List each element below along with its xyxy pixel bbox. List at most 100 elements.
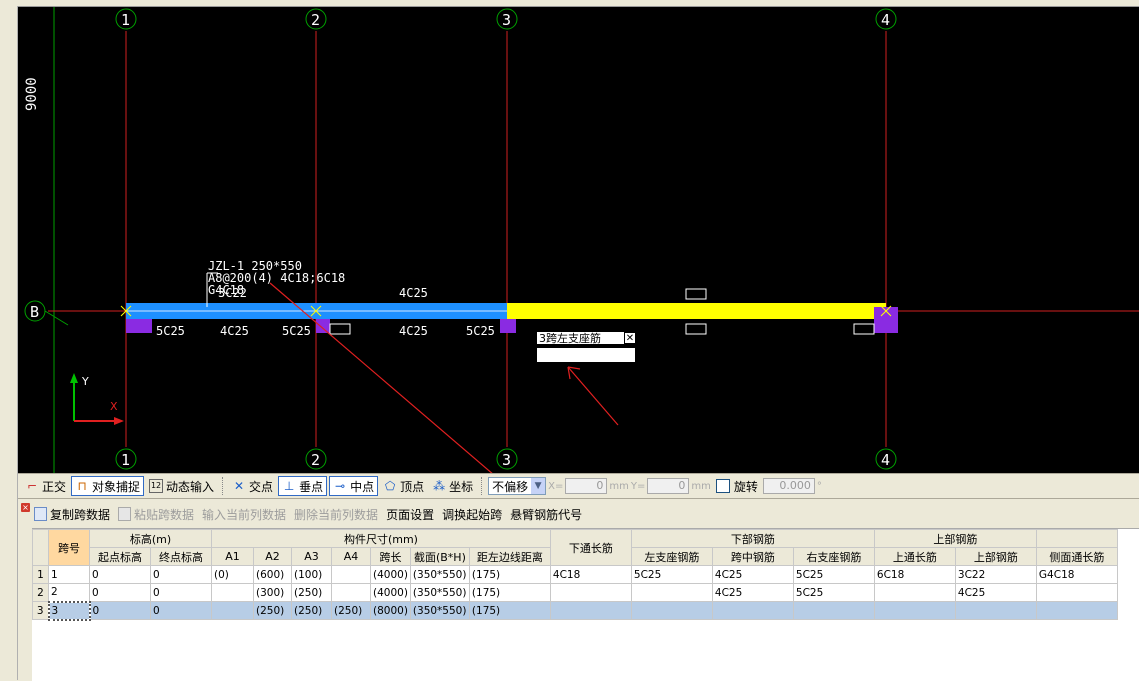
- rotate-angle-input[interactable]: 0.000: [762, 478, 815, 494]
- span-length-header[interactable]: 跨长: [370, 547, 411, 566]
- page-setup-button[interactable]: 页面设置: [386, 506, 434, 523]
- intersect-snap-button[interactable]: ✕ 交点: [229, 476, 276, 496]
- coordinate-snap-button[interactable]: ⁂ 坐标: [429, 476, 476, 496]
- a3-header[interactable]: A3: [291, 547, 332, 566]
- table-cell-rsup[interactable]: 5C25: [792, 565, 875, 584]
- table-cell-len[interactable]: (4000): [370, 583, 411, 602]
- table-cell-dist[interactable]: (175): [468, 565, 551, 584]
- table-cell-span[interactable]: 2: [48, 583, 90, 602]
- span-data-grid[interactable]: 跨号 标高(m) 构件尺寸(mm) 下通长筋 下部钢筋 上部钢筋 起点标高 终点…: [32, 528, 1139, 681]
- panel-close-icon[interactable]: ×: [21, 503, 30, 512]
- span-header[interactable]: 跨号: [48, 529, 90, 566]
- table-cell-top[interactable]: 3C22: [954, 565, 1037, 584]
- section-header[interactable]: 截面(B*H): [409, 547, 470, 566]
- midpoint-snap-button[interactable]: ⊸ 中点: [329, 476, 379, 496]
- table-cell-len[interactable]: (8000): [370, 601, 411, 620]
- copy-span-button[interactable]: 复制跨数据: [34, 506, 110, 523]
- table-cell-mid[interactable]: 4C25: [711, 583, 794, 602]
- table-cell-end[interactable]: 0: [150, 583, 212, 602]
- paste-span-button[interactable]: 粘贴跨数据: [118, 506, 194, 523]
- table-cell-start[interactable]: 0: [89, 601, 151, 620]
- cantilever-code-button[interactable]: 悬臂钢筋代号: [510, 506, 582, 523]
- table-cell-a2[interactable]: (300): [253, 583, 292, 602]
- table-cell-a2[interactable]: (600): [253, 565, 292, 584]
- table-cell-tthrough[interactable]: [873, 583, 956, 602]
- table-cell-dist[interactable]: (175): [468, 583, 551, 602]
- delete-column-button[interactable]: 删除当前列数据: [294, 506, 378, 523]
- ortho-button[interactable]: ⌐ 正交: [22, 476, 69, 496]
- a2-header[interactable]: A2: [253, 547, 292, 566]
- x-offset-input[interactable]: 0: [565, 478, 608, 494]
- inplace-edit-close-icon[interactable]: ✕: [624, 332, 636, 344]
- table-cell-side[interactable]: [1035, 583, 1118, 602]
- table-cell-a1[interactable]: (0): [211, 565, 254, 584]
- table-cell-span[interactable]: 1: [48, 565, 90, 584]
- start-elev-header[interactable]: 起点标高: [89, 547, 151, 566]
- table-cell-end[interactable]: 0: [150, 601, 212, 620]
- table-cell-mid[interactable]: [711, 601, 794, 620]
- top-through-header[interactable]: 上通长筋: [873, 547, 956, 566]
- object-snap-button[interactable]: ⊓ 对象捕捉: [71, 476, 145, 496]
- table-cell-a1[interactable]: [211, 601, 254, 620]
- a4-header[interactable]: A4: [331, 547, 371, 566]
- table-cell-rsup[interactable]: [792, 601, 875, 620]
- table-cell-a3[interactable]: (100): [291, 565, 332, 584]
- table-cell-lsup[interactable]: 5C25: [630, 565, 713, 584]
- a1-header[interactable]: A1: [211, 547, 254, 566]
- rotate-checkbox[interactable]: [715, 479, 730, 493]
- table-cell-len[interactable]: (4000): [370, 565, 411, 584]
- table-cell-bthrough[interactable]: [549, 601, 632, 620]
- table-row[interactable]: 3 3 0 0 (250) (250) (250) (8000) (350*550) (175): [32, 600, 1118, 621]
- table-cell-top[interactable]: 4C25: [954, 583, 1037, 602]
- right-support-header[interactable]: 右支座钢筋: [792, 547, 875, 566]
- swap-start-span-button[interactable]: 调换起始跨: [442, 506, 502, 523]
- table-cell-a3[interactable]: (250): [291, 601, 332, 620]
- table-cell-a4[interactable]: [331, 565, 371, 584]
- row-number-cell[interactable]: 2: [32, 583, 49, 602]
- table-cell-tthrough[interactable]: [873, 601, 956, 620]
- input-column-button[interactable]: 输入当前列数据: [202, 506, 286, 523]
- table-cell-lsup[interactable]: [630, 601, 713, 620]
- table-cell-rsup[interactable]: 5C25: [792, 583, 875, 602]
- table-cell-a2[interactable]: (250): [253, 601, 292, 620]
- left-support-header[interactable]: 左支座钢筋: [630, 547, 713, 566]
- rotate-toggle[interactable]: 旋转: [713, 476, 761, 496]
- vertex-snap-button[interactable]: ⬠ 顶点: [380, 476, 427, 496]
- table-cell-bthrough[interactable]: 4C18: [549, 565, 632, 584]
- offset-select[interactable]: 不偏移 ▼: [488, 477, 547, 495]
- table-row[interactable]: 2 2 0 0 (300) (250) (4000) (350*550) (175) 4C25 5C…: [32, 583, 1118, 602]
- table-cell-tthrough[interactable]: 6C18: [873, 565, 956, 584]
- table-cell-dist[interactable]: (175): [468, 601, 551, 620]
- top-rebar2-header[interactable]: 上部钢筋: [954, 547, 1037, 566]
- table-cell-start[interactable]: 0: [89, 583, 151, 602]
- table-cell-lsup[interactable]: [630, 583, 713, 602]
- y-offset-input[interactable]: 0: [647, 478, 690, 494]
- table-cell-bthrough[interactable]: [549, 583, 632, 602]
- table-cell-span[interactable]: 3: [47, 600, 91, 621]
- bottom-through-header[interactable]: 下通长筋: [549, 529, 632, 566]
- table-cell-side[interactable]: G4C18: [1035, 565, 1118, 584]
- table-cell-sec[interactable]: (350*550): [409, 583, 470, 602]
- table-cell-a4[interactable]: (250): [331, 601, 371, 620]
- perpendicular-snap-button[interactable]: ⊥ 垂点: [278, 476, 328, 496]
- cad-canvas[interactable]: 9000 1 2 3 4 1 2 3 4 B JZL-1 250*550 A8@…: [18, 7, 1139, 473]
- row-number-cell[interactable]: 1: [32, 565, 49, 584]
- table-cell-a1[interactable]: [211, 583, 254, 602]
- row-number-cell[interactable]: 3: [32, 601, 49, 620]
- table-cell-mid[interactable]: 4C25: [711, 565, 794, 584]
- table-cell-a4[interactable]: [331, 583, 371, 602]
- side-through-header[interactable]: 侧面通长筋: [1035, 547, 1118, 566]
- table-cell-sec[interactable]: (350*550): [409, 601, 470, 620]
- table-cell-top[interactable]: [954, 601, 1037, 620]
- table-cell-end[interactable]: 0: [150, 565, 212, 584]
- inplace-edit-input[interactable]: [536, 347, 636, 363]
- end-elev-header[interactable]: 终点标高: [150, 547, 212, 566]
- table-row[interactable]: 1 1 0 0 (0) (600) (100) (4000) (350*550) (175) 4C1…: [32, 565, 1118, 584]
- table-cell-sec[interactable]: (350*550): [409, 565, 470, 584]
- mid-span-header[interactable]: 跨中钢筋: [711, 547, 794, 566]
- table-cell-side[interactable]: [1035, 601, 1118, 620]
- dynamic-input-button[interactable]: 12 动态输入: [146, 476, 217, 496]
- table-cell-a3[interactable]: (250): [291, 583, 332, 602]
- edge-distance-header[interactable]: 距左边线距离: [468, 547, 551, 566]
- table-cell-start[interactable]: 0: [89, 565, 151, 584]
